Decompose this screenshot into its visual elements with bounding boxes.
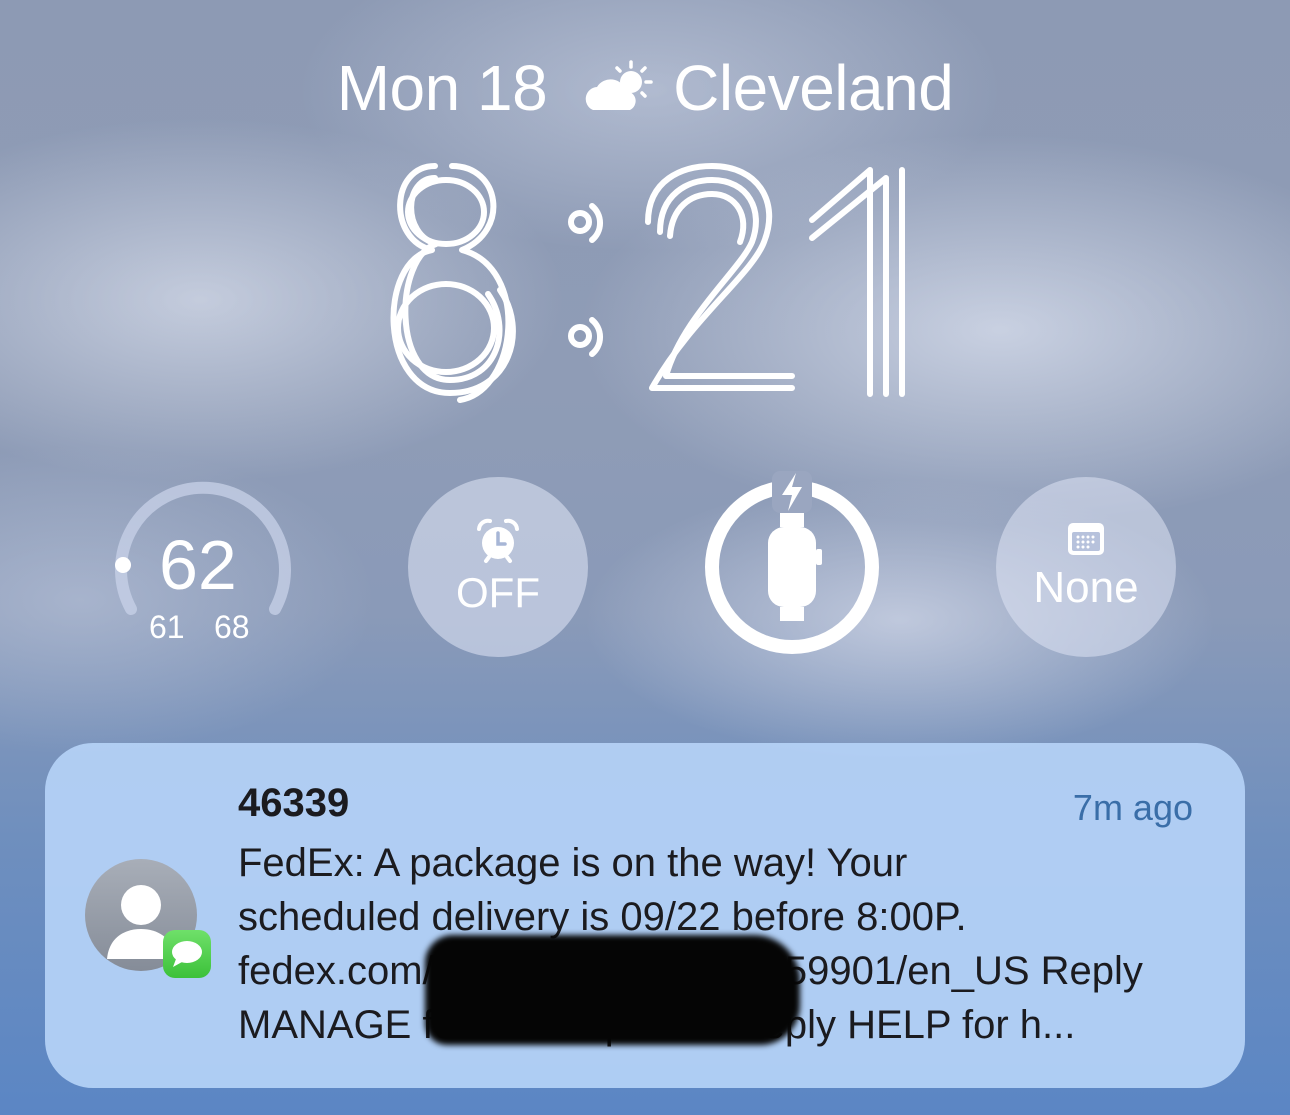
alarm-widget[interactable]: OFF <box>408 477 588 657</box>
clock-colon <box>568 203 604 357</box>
location-label: Cleveland <box>673 52 954 124</box>
temperature-high: 68 <box>214 609 250 645</box>
date-weather-line: Mon 18 Cleveland <box>0 48 1290 128</box>
message-link-start[interactable]: fedex.com/t/ <box>238 949 456 993</box>
weather-location[interactable]: Cleveland <box>581 51 954 125</box>
clock-digit-1 <box>809 167 905 397</box>
alarm-status-label: OFF <box>456 569 540 616</box>
partly-sunny-icon <box>585 60 653 110</box>
calendar-icon <box>1068 523 1104 555</box>
temperature-current: 62 <box>159 526 237 604</box>
calendar-event-label: None <box>1033 563 1139 612</box>
temperature-widget[interactable]: 62 61 68 <box>113 477 293 657</box>
calendar-widget[interactable]: None <box>996 477 1176 657</box>
charging-bolt-icon <box>772 471 812 513</box>
alarm-clock-icon <box>477 518 519 563</box>
clock-digit-2 <box>645 163 795 391</box>
message-line: FedEx: A package is on the way! Your <box>238 841 908 885</box>
watch-battery-widget[interactable] <box>702 471 882 657</box>
date-label: Mon 18 <box>336 52 548 124</box>
clock-time[interactable] <box>360 150 920 410</box>
notification-time: 7m ago <box>1072 787 1193 828</box>
temperature-low: 61 <box>149 609 185 645</box>
messages-icon <box>163 930 211 978</box>
notification-sender: 46339 <box>238 781 350 825</box>
clock-digit-8 <box>390 163 516 403</box>
redaction-mark <box>425 935 800 1045</box>
